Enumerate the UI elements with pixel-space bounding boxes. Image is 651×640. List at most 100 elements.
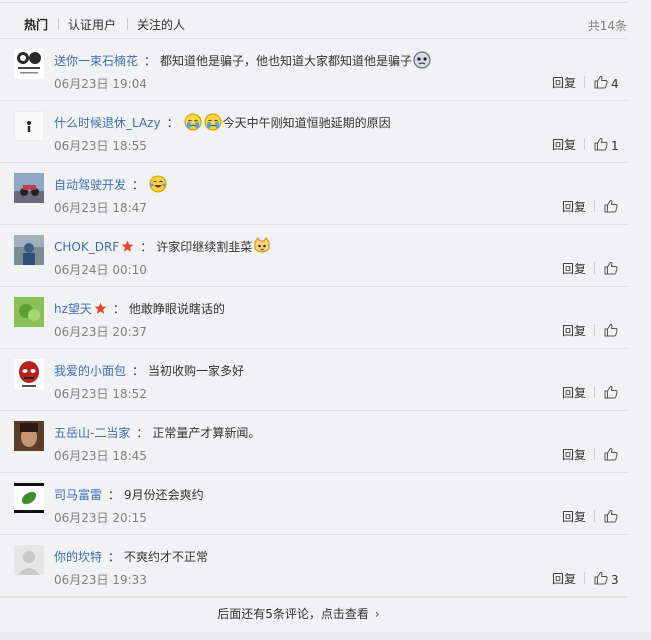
action-divider	[594, 200, 595, 212]
like-button[interactable]	[604, 446, 618, 465]
comment-line: 你的坎特 ：不爽约才不正常	[54, 547, 208, 567]
tab-divider	[127, 18, 128, 30]
avatar[interactable]	[14, 297, 44, 327]
action-divider	[594, 448, 595, 460]
comment-time: 06月23日 20:15	[54, 511, 147, 525]
username-link[interactable]: 你的坎特	[54, 550, 102, 564]
comment-text: 9月份还会爽约	[124, 488, 204, 502]
username-link[interactable]: CHOK_DRF	[54, 240, 119, 254]
avatar[interactable]	[14, 545, 44, 575]
like-button[interactable]	[604, 508, 618, 527]
comment-line: 司马富雷 ： 9月份还会爽约	[54, 485, 204, 505]
comment-time: 06月23日 18:55	[54, 139, 147, 153]
action-divider	[594, 324, 595, 336]
comment-text: 都知道他是骗子，他也知道大家都知道他是骗子	[160, 54, 413, 68]
comment-time: 06月23日 19:33	[54, 573, 147, 587]
comment-line: 送你一束石楠花 ：都知道他是骗子，他也知道大家都知道他是骗子	[54, 51, 432, 71]
comment-text: 他敢睁眼说瞎话的	[128, 302, 225, 316]
username-link[interactable]: 五岳山-二当家	[54, 426, 130, 440]
username-link[interactable]: 送你一束石楠花	[54, 54, 138, 68]
comment-item: hz望天 ：他敢睁眼说瞎话的 06月23日 20:37 回复	[0, 287, 651, 349]
comment-list: 送你一束石楠花：都知道他是骗子，他也知道大家都知道他是骗子 06月23日 19:0…	[0, 39, 651, 597]
like-count: 3	[611, 572, 619, 587]
comment-item: 什么时候退休_LAzy ： 今天中午刚知道恒驰延期的原因 06月23日 18:55 回复…	[0, 101, 651, 163]
like-count: 4	[611, 76, 619, 91]
avatar[interactable]	[14, 49, 44, 79]
like-button[interactable]: 4	[594, 74, 619, 93]
crying-face-emoji-icon	[204, 113, 222, 131]
colon-separator: ：	[132, 364, 145, 378]
avatar[interactable]	[14, 359, 44, 389]
thumbs-up-icon	[604, 198, 618, 217]
username-link[interactable]: 什么时候退休_LAzy	[54, 116, 161, 130]
reply-button[interactable]: 回复	[552, 74, 576, 91]
thumbs-up-icon	[604, 322, 618, 341]
username-link[interactable]: 司马富雷	[54, 488, 102, 502]
action-divider	[584, 572, 585, 584]
thumbs-up-icon	[604, 260, 618, 279]
total-count: 共14条	[587, 19, 627, 33]
reply-button[interactable]: 回复	[562, 508, 586, 525]
crying-face-emoji-icon	[184, 113, 202, 131]
like-button[interactable]	[604, 198, 618, 217]
comment-text: 不爽约才不正常	[124, 550, 209, 564]
comment-time: 06月23日 18:52	[54, 387, 147, 401]
tab-divider	[58, 18, 59, 30]
reply-button[interactable]: 回复	[552, 570, 576, 587]
avatar[interactable]	[14, 421, 44, 451]
comment-line: CHOK_DRF ：许家印继续割韭菜	[54, 237, 272, 257]
avatar[interactable]	[14, 235, 44, 265]
load-more-link[interactable]: 后面还有5条评论，点击查看 ›	[0, 598, 597, 630]
reply-button[interactable]: 回复	[562, 260, 586, 277]
comment-line: 五岳山-二当家 ：正常量产才算新闻。	[54, 423, 260, 443]
like-button[interactable]	[604, 384, 618, 403]
star-badge-icon	[121, 239, 134, 259]
comment-line: 什么时候退休_LAzy ： 今天中午刚知道恒驰延期的原因	[54, 113, 391, 133]
comment-tabs: 热门 认证用户 关注的人 共14条	[0, 3, 651, 43]
username-link[interactable]: hz望天	[54, 302, 92, 316]
comment-item: 自动驾驶开发 ： 06月23日 18:47 回复	[0, 163, 651, 225]
comment-item: 司马富雷 ： 9月份还会爽约 06月23日 20:15 回复	[0, 473, 651, 535]
laughing-face-emoji-icon	[149, 175, 167, 193]
bottom-strip	[0, 632, 651, 640]
like-button[interactable]	[604, 260, 618, 279]
reply-button[interactable]: 回复	[552, 136, 576, 153]
colon-separator: ：	[112, 302, 125, 316]
username-link[interactable]: 自动驾驶开发	[54, 178, 126, 192]
reply-button[interactable]: 回复	[562, 322, 586, 339]
thumbs-up-icon	[594, 74, 608, 93]
thumbs-up-icon	[604, 446, 618, 465]
like-count: 1	[611, 138, 619, 153]
avatar[interactable]	[14, 483, 44, 513]
tab-hot[interactable]: 热门	[24, 16, 48, 33]
comment-text: 许家印继续割韭菜	[156, 240, 253, 254]
tab-verified-users[interactable]: 认证用户	[68, 16, 116, 33]
comment-line: hz望天 ：他敢睁眼说瞎话的	[54, 299, 225, 319]
like-button[interactable]: 1	[594, 136, 619, 155]
reply-button[interactable]: 回复	[562, 198, 586, 215]
action-divider	[584, 76, 585, 88]
comment-time: 06月23日 18:47	[54, 201, 147, 215]
comment-text: 正常量产才算新闻。	[152, 426, 261, 440]
comment-time: 06月23日 20:37	[54, 325, 147, 339]
action-divider	[584, 138, 585, 150]
reply-button[interactable]: 回复	[562, 384, 586, 401]
chevron-right-icon: ›	[374, 607, 380, 621]
tab-following[interactable]: 关注的人	[137, 16, 185, 33]
comment-time: 06月23日 18:45	[54, 449, 147, 463]
thumbs-up-icon	[604, 384, 618, 403]
avatar[interactable]	[14, 173, 44, 203]
like-button[interactable]	[604, 322, 618, 341]
comment-item: 我爱的小面包 ：当初收购一家多好 06月23日 18:52 回复	[0, 349, 651, 411]
like-button[interactable]: 3	[594, 570, 619, 589]
comment-text: 当初收购一家多好	[148, 364, 245, 378]
sad-face-emoji-icon	[413, 51, 431, 69]
comment-line: 我爱的小面包 ：当初收购一家多好	[54, 361, 244, 381]
comment-item: 五岳山-二当家 ：正常量产才算新闻。 06月23日 18:45 回复	[0, 411, 651, 473]
avatar[interactable]	[14, 111, 44, 141]
load-more-text: 后面还有5条评论，点击查看	[217, 607, 369, 621]
comment-item: 送你一束石楠花 ：都知道他是骗子，他也知道大家都知道他是骗子 06月23日 19:0…	[0, 39, 651, 101]
username-link[interactable]: 我爱的小面包	[54, 364, 126, 378]
comment-item: 你的坎特 ：不爽约才不正常 06月23日 19:33 回复 3	[0, 535, 651, 597]
reply-button[interactable]: 回复	[562, 446, 586, 463]
